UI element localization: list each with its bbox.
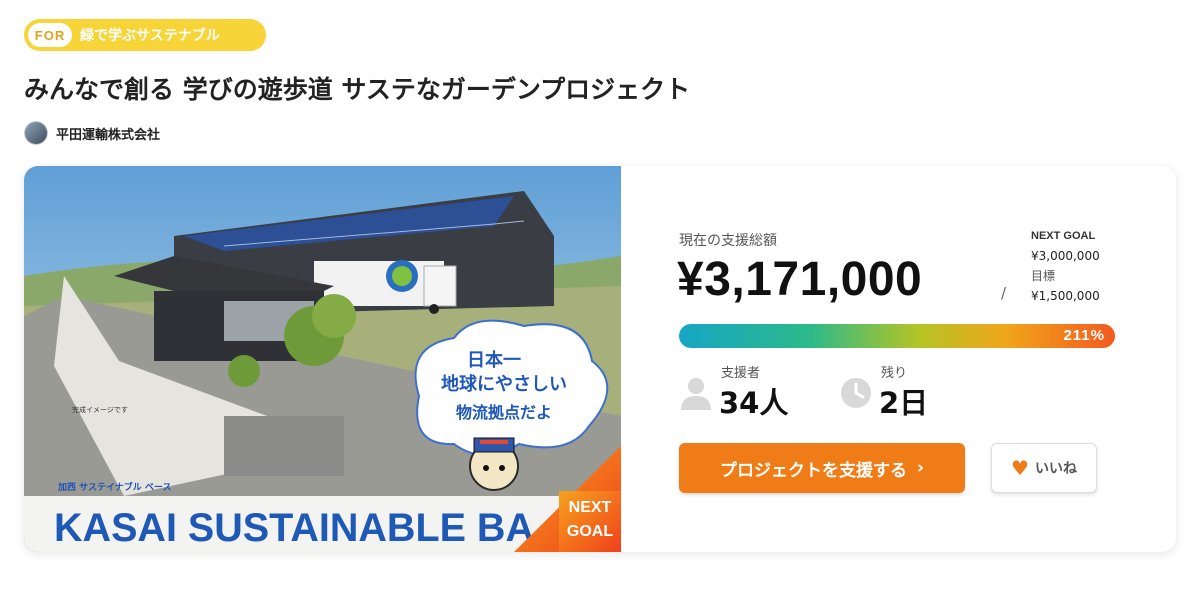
goal-info: NEXT GOAL ¥3,000,000 目標 ¥1,500,000: [1031, 226, 1100, 306]
project-title: みんなで創る 学びの遊歩道 サステなガーデンプロジェクト: [24, 75, 691, 104]
owner-name: 平田運輸株式会社: [56, 127, 161, 143]
person-icon: [681, 378, 711, 410]
like-label: いいね: [1034, 461, 1077, 477]
avatar: [24, 121, 48, 145]
bubble-line-2: 地球にやさしい: [441, 373, 567, 395]
bubble-line-1: 日本一: [467, 349, 521, 371]
progress-bar: 211%: [679, 324, 1115, 348]
tag-category: 緑で学ぶサステナブル: [80, 28, 220, 44]
total-label: 現在の支援総額: [679, 233, 777, 249]
progress-percent: 211%: [1063, 327, 1105, 344]
hero-subtitle: 加西 サステイナブル ベース: [57, 481, 171, 493]
chevron-right-icon: ›: [916, 458, 924, 478]
heart-icon: ♥: [1011, 456, 1029, 480]
target-label: 目標: [1031, 269, 1056, 283]
hero-title: KASAI SUSTAINABLE BA: [54, 506, 534, 550]
tag-prefix: FOR: [28, 23, 72, 47]
remaining-value: 2日: [879, 386, 929, 420]
project-card: 完成イメージです 日本一 地球にやさしい 物流拠点だよ 加西 サステイナブル ベ…: [24, 166, 1176, 552]
next-goal-amount: ¥3,000,000: [1031, 249, 1100, 263]
total-amount: ¥3,171,000: [677, 253, 923, 306]
support-button-label: プロジェクトを支援する: [719, 460, 907, 481]
target-amount: ¥1,500,000: [1031, 289, 1100, 303]
like-button[interactable]: ♥ いいね: [991, 443, 1097, 493]
clock-icon: [841, 378, 871, 408]
project-owner[interactable]: 平田運輸株式会社: [24, 121, 160, 145]
goal-separator: /: [1001, 284, 1007, 302]
hero-image: 完成イメージです 日本一 地球にやさしい 物流拠点だよ 加西 サステイナブル ベ…: [24, 166, 621, 552]
supporters-label: 支援者: [721, 366, 761, 381]
support-project-button[interactable]: プロジェクトを支援する ›: [679, 443, 965, 493]
next-goal-label: NEXT GOAL: [1031, 230, 1096, 242]
caption-small: 完成イメージです: [72, 405, 128, 414]
bubble-line-3: 物流拠点だよ: [456, 403, 552, 422]
category-tag[interactable]: FOR 緑で学ぶサステナブル: [24, 19, 266, 51]
badge-line-1: NEXT: [569, 499, 612, 516]
remaining-label: 残り: [881, 366, 908, 381]
badge-line-2: GOAL: [567, 523, 613, 540]
supporters-value: 34人: [719, 386, 789, 420]
funding-stats: 現在の支援総額 ¥3,171,000 / NEXT GOAL ¥3,000,00…: [621, 166, 1176, 552]
